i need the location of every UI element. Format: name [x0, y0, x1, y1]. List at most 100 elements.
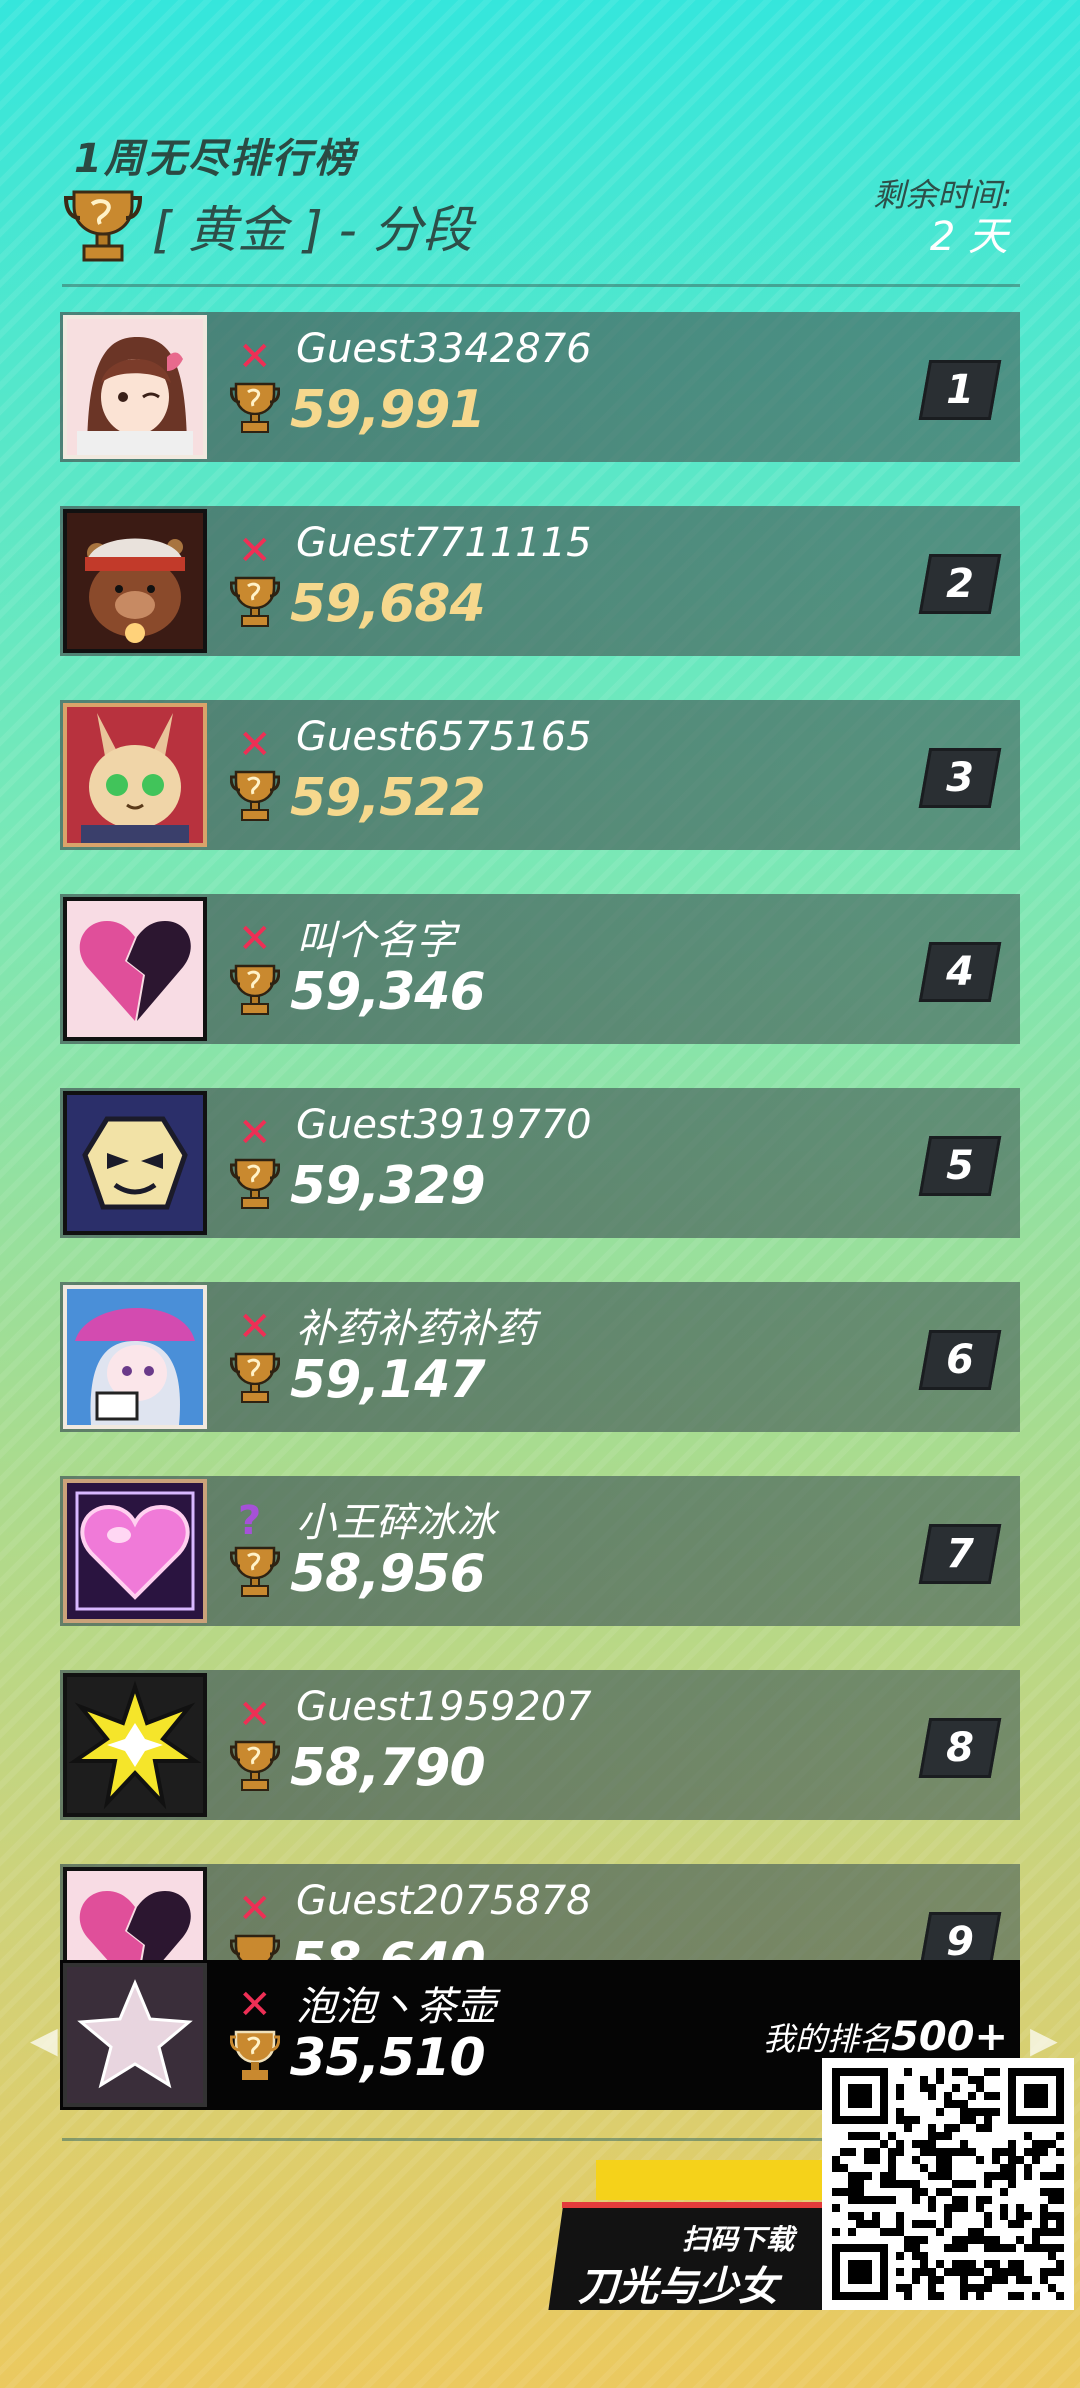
leaderboard-row[interactable]: ✕ Guest6575165 59,522 3 [60, 700, 1020, 850]
qr-module [952, 2068, 960, 2076]
qr-module [1024, 2132, 1032, 2140]
qr-module [1040, 2148, 1048, 2156]
qr-module [1016, 2156, 1024, 2164]
qr-module [952, 2204, 960, 2212]
qr-module [1008, 2292, 1016, 2300]
qr-module [832, 2156, 840, 2164]
qr-module [1000, 2276, 1008, 2284]
qr-module [936, 2076, 944, 2084]
rank-badge: 3 [918, 748, 1002, 808]
qr-module [952, 2148, 960, 2156]
qr-module [912, 2140, 920, 2148]
qr-module [1056, 2164, 1064, 2172]
qr-module [1024, 2276, 1032, 2284]
qr-module [1032, 2292, 1040, 2300]
qr-module [968, 2116, 976, 2124]
qr-module [936, 2148, 944, 2156]
qr-module [984, 2236, 992, 2244]
score: 58,790 [290, 1738, 486, 1798]
leaderboard-row[interactable]: ✕ Guest3919770 59,329 5 [60, 1088, 1020, 1238]
x-icon: ✕ [238, 722, 272, 768]
qr-module [1000, 2148, 1008, 2156]
avatar-bunny-icon [67, 707, 203, 843]
qr-module [1048, 2284, 1056, 2292]
leaderboard-row[interactable]: ✕ Guest7711115 59,684 2 [60, 506, 1020, 656]
qr-module [992, 2172, 1000, 2180]
player-name: Guest1959207 [296, 1684, 592, 1730]
qr-module [880, 2180, 888, 2188]
qr-module [960, 2276, 968, 2284]
rank-badge: 6 [918, 1330, 1002, 1390]
qr-module [1000, 2204, 1008, 2212]
qr-module [848, 2172, 856, 2180]
qr-module [1056, 2228, 1064, 2236]
qr-module [896, 2116, 904, 2124]
qr-module [920, 2164, 928, 2172]
qr-module [968, 2180, 976, 2188]
rank-number: 8 [946, 1725, 974, 1771]
qr-module [960, 2108, 968, 2116]
qr-module [1008, 2180, 1016, 2188]
qr-module [1008, 2140, 1016, 2148]
qr-module [1000, 2212, 1008, 2220]
x-icon: ✕ [238, 1982, 272, 2028]
qr-module [920, 2148, 928, 2156]
avatar-girl-icon [67, 319, 203, 455]
qr-module [1032, 2156, 1040, 2164]
my-score: 35,510 [290, 2028, 486, 2088]
leaderboard-row[interactable]: ✕ Guest3342876 59,991 1 [60, 312, 1020, 462]
qr-module [896, 2092, 904, 2100]
qr-module [984, 2124, 992, 2132]
qr-module [856, 2172, 864, 2180]
qr-module [864, 2156, 872, 2164]
qr-module [896, 2252, 904, 2260]
scroll-right-arrow-icon[interactable]: ▶ [1030, 2020, 1058, 2061]
qr-module [976, 2204, 984, 2212]
scroll-left-arrow-icon[interactable]: ◀ [30, 2020, 58, 2061]
qr-module [888, 2180, 896, 2188]
qr-module [1056, 2196, 1064, 2204]
qr-module [864, 2220, 872, 2228]
qr-module [848, 2148, 856, 2156]
qr-module [968, 2148, 976, 2156]
qr-module [952, 2244, 960, 2252]
trophy-icon [230, 1546, 280, 1597]
qr-module [976, 2228, 984, 2236]
qr-module [1016, 2268, 1024, 2276]
qr-module [944, 2092, 952, 2100]
score: 58,956 [290, 1544, 486, 1604]
qr-module [984, 2212, 992, 2220]
leaderboard-row[interactable]: ? 小王碎冰冰 58,956 7 [60, 1476, 1020, 1626]
qr-module [944, 2204, 952, 2212]
qr-module [1040, 2244, 1048, 2252]
qr-module [848, 2180, 856, 2188]
qr-module [968, 2284, 976, 2292]
qr-module [936, 2188, 944, 2196]
player-name: 补药补药补药 [296, 1306, 536, 1352]
qr-module [896, 2084, 904, 2092]
qr-module [976, 2292, 984, 2300]
qr-module [1048, 2140, 1056, 2148]
leaderboard-row[interactable]: ✕ Guest1959207 58,790 8 [60, 1670, 1020, 1820]
leaderboard-row[interactable]: ✕ 叫个名字 59,346 4 [60, 894, 1020, 1044]
qr-module [952, 2124, 960, 2132]
qr-module [968, 2076, 976, 2084]
download-promo[interactable]: 扫码下载 刀光与少女 [548, 2160, 846, 2310]
qr-module [968, 2260, 976, 2268]
qr-module [912, 2236, 920, 2244]
qr-module [944, 2164, 952, 2172]
qr-module [1000, 2244, 1008, 2252]
leaderboard-row[interactable]: ✕ 补药补药补药 59,147 6 [60, 1282, 1020, 1432]
rank-badge: 4 [918, 942, 1002, 1002]
qr-module [1016, 2220, 1024, 2228]
rank-number: 7 [946, 1531, 974, 1577]
qr-module [928, 2284, 936, 2292]
player-name: Guest3919770 [296, 1102, 592, 1148]
avatar [63, 315, 207, 459]
x-icon: ✕ [238, 916, 272, 962]
qr-module [976, 2124, 984, 2132]
qr-module [928, 2268, 936, 2276]
qr-module [952, 2236, 960, 2244]
qr-module [960, 2284, 968, 2292]
qr-module [968, 2268, 976, 2276]
